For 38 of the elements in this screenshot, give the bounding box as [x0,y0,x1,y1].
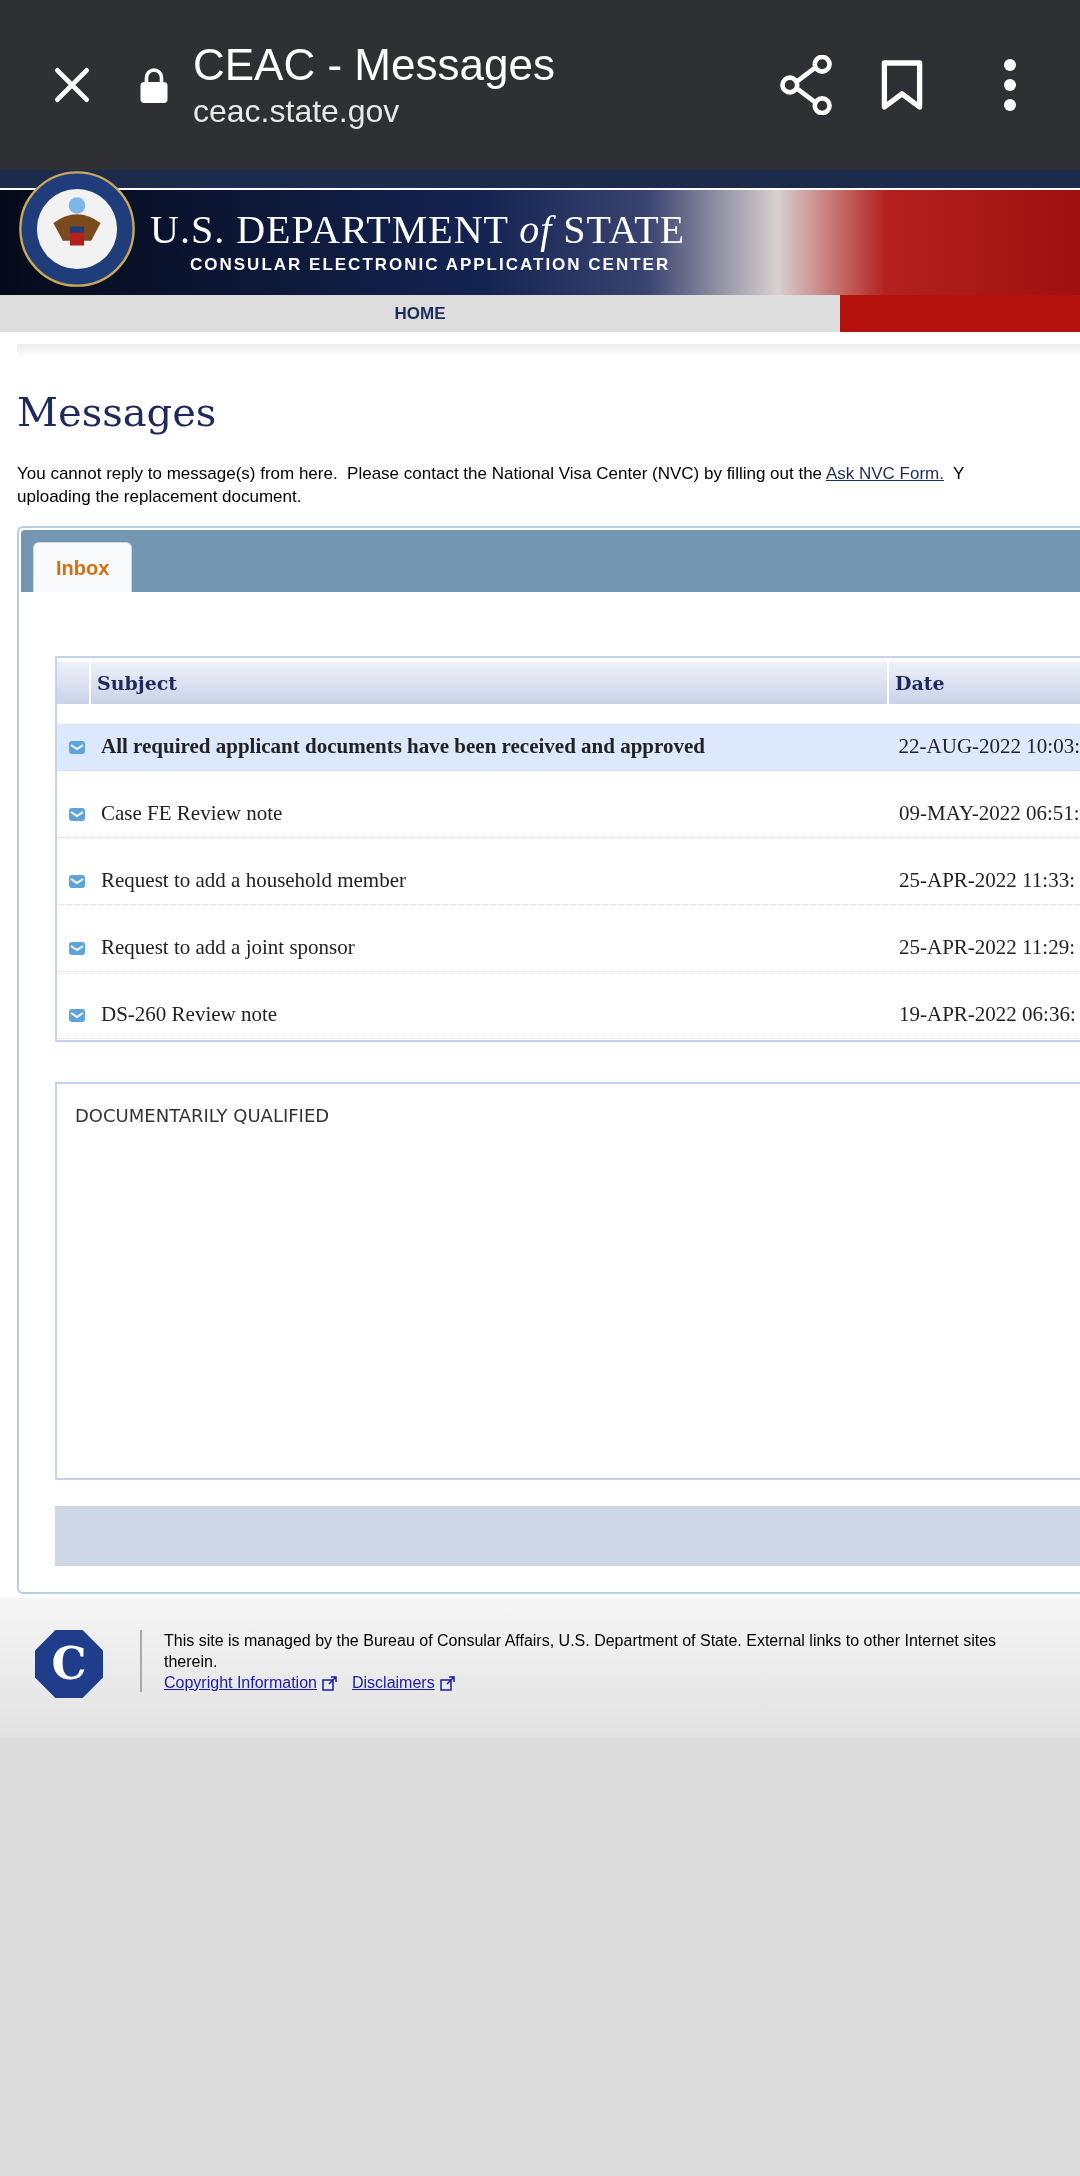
message-body-text: DOCUMENTARILY QUALIFIED [75,1104,331,1128]
footer-link[interactable]: Disclaimers [351,1672,435,1693]
message-date: 25-APR-2022 11:29: [898,934,1076,962]
footer-text: This site is managed by the Bureau of Consular Affairs, U.S. Department of State. External links to other Internet sites therein. [164,1631,997,1672]
message-row[interactable]: All required applicant documents have been received and approved 22-AUG-2022 10:03: [57,724,1080,771]
envelope-icon [68,738,86,756]
lock-icon [139,67,169,103]
page-heading: Messages [17,388,218,437]
nav-link[interactable]: HOME [394,300,446,327]
page-title: CEAC - Messages [193,39,555,91]
message-subject[interactable]: All required applicant documents have been received and approved [97,731,897,763]
message-date: 09-MAY-2022 06:51: [898,800,1080,828]
footer-link[interactable]: Copyright Information [164,1672,317,1693]
message-subject[interactable]: Request to add a household member [97,865,897,897]
banner-subtitle: CONSULAR ELECTRONIC APPLICATION CENTER [190,253,672,276]
banner-title: U.S. DEPARTMENT of STATE [150,207,686,252]
external-link-icon [321,1674,338,1691]
notice-text: You cannot reply to message(s) from here. Please contact the National Visa Center (NVC) by filling out the Ask NVC Form. Y uploading the replacement document. [17,463,966,508]
bureau-logo: C [35,1630,103,1698]
ask-nvc-link[interactable]: Ask NVC Form. [825,464,944,483]
seal-logo[interactable] [18,170,136,288]
envelope-icon [68,805,86,823]
column-header[interactable]: Subject [91,662,889,704]
message-subject[interactable]: Request to add a joint sponsor [97,932,897,964]
column-header[interactable]: Date [889,662,1080,704]
bookmark-icon[interactable] [880,58,924,112]
menu-icon[interactable] [1004,59,1016,111]
external-link-icon [439,1674,456,1691]
message-subject[interactable]: Case FE Review note [97,798,897,830]
envelope-icon [68,1006,86,1024]
share-icon[interactable] [778,55,834,115]
url-text: ceac.state.gov [193,92,401,131]
message-subject[interactable]: DS-260 Review note [97,999,897,1031]
message-date: 19-APR-2022 06:36: [898,1001,1077,1029]
envelope-icon [68,939,86,957]
message-date: 22-AUG-2022 10:03: [897,733,1080,761]
message-date: 25-APR-2022 11:33: [898,867,1076,895]
envelope-icon [68,872,86,890]
